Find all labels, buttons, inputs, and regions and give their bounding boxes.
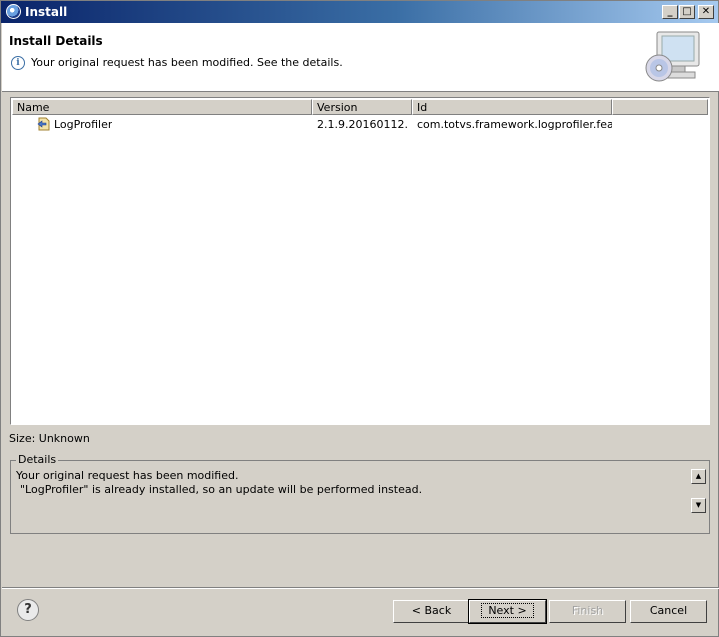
details-group: Details Your original request has been m… xyxy=(10,453,710,534)
column-header-id[interactable]: Id xyxy=(412,99,612,115)
size-label: Size: Unknown xyxy=(9,432,90,445)
wizard-header: Install Details i Your original request … xyxy=(2,23,719,92)
cancel-button[interactable]: Cancel xyxy=(630,600,707,623)
column-header-version[interactable]: Version xyxy=(312,99,412,115)
table-header: Name Version Id xyxy=(12,99,708,115)
help-icon[interactable]: ? xyxy=(17,599,39,621)
title-bar[interactable]: Install _ □ ✕ xyxy=(1,1,718,23)
next-button-label: Next > xyxy=(481,603,534,618)
scroll-down-button[interactable]: ▼ xyxy=(691,498,706,513)
details-line-1: Your original request has been modified. xyxy=(16,469,239,482)
finish-button[interactable]: Finish xyxy=(549,600,626,623)
column-header-filler xyxy=(612,99,708,115)
table-row[interactable]: LogProfiler 2.1.9.20160112... com.totvs.… xyxy=(12,116,708,133)
column-header-name[interactable]: Name xyxy=(12,99,312,115)
scroll-up-button[interactable]: ▲ xyxy=(691,469,706,484)
page-title: Install Details xyxy=(9,34,103,48)
details-table[interactable]: Name Version Id LogProfiler 2.1.9.201601… xyxy=(10,97,710,425)
details-legend: Details xyxy=(16,453,59,466)
row-id: com.totvs.framework.logprofiler.feat... xyxy=(417,118,612,131)
button-bar-separator xyxy=(2,587,719,589)
install-window: Install _ □ ✕ Install Details i Your ori… xyxy=(0,0,719,637)
details-line-2: "LogProfiler" is already installed, so a… xyxy=(20,483,423,496)
window-title: Install xyxy=(25,5,68,19)
close-button[interactable]: ✕ xyxy=(698,5,714,19)
back-button[interactable]: < Back xyxy=(393,600,470,623)
feature-icon xyxy=(37,117,50,131)
install-banner-icon xyxy=(645,31,700,82)
info-icon: i xyxy=(11,56,25,70)
row-name: LogProfiler xyxy=(54,118,113,131)
eclipse-icon xyxy=(6,4,21,19)
minimize-button[interactable]: _ xyxy=(662,5,678,19)
next-button[interactable]: Next > xyxy=(468,599,547,624)
maximize-button[interactable]: □ xyxy=(679,5,695,19)
row-version: 2.1.9.20160112... xyxy=(317,118,409,131)
header-message: Your original request has been modified.… xyxy=(31,56,343,69)
